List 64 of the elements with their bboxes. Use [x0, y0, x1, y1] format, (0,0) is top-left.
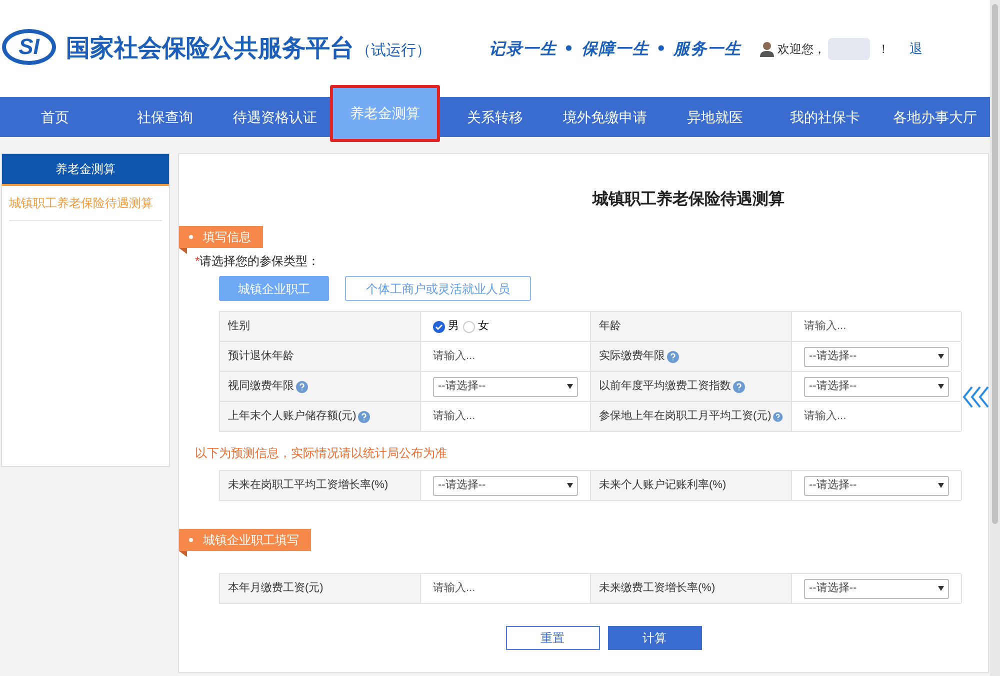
- nav-tab[interactable]: 社保查询: [110, 97, 220, 137]
- help-icon[interactable]: [667, 350, 679, 362]
- help-icon[interactable]: [773, 410, 783, 422]
- select-field[interactable]: --请选择--: [804, 376, 949, 396]
- select-field[interactable]: --请选择--: [804, 476, 949, 496]
- nav-tab[interactable]: 各地办事大厅: [880, 97, 990, 137]
- select-field[interactable]: --请选择--: [804, 346, 949, 366]
- forecast-notice: 以下为预测信息，实际情况请以统计局公布为准: [195, 445, 448, 462]
- radio-option[interactable]: 男: [433, 318, 459, 335]
- slogan: 记录一生 • 保障一生 • 服务一生: [489, 38, 742, 60]
- input-field[interactable]: 请输入...: [433, 348, 578, 365]
- sidebar-title: 养老金测算: [2, 154, 169, 186]
- user-avatar-icon: [760, 40, 774, 56]
- caret-icon: [567, 384, 573, 389]
- caret-icon: [938, 384, 944, 389]
- field-label: 本年月缴费工资(元): [220, 574, 421, 603]
- nav-tab[interactable]: 异地就医: [660, 97, 770, 137]
- caret-icon: [567, 483, 573, 488]
- nav-tab[interactable]: 境外免缴申请: [550, 97, 660, 137]
- calculate-button[interactable]: 计算: [608, 626, 702, 650]
- nav-tab[interactable]: 关系转移: [440, 97, 550, 137]
- help-icon[interactable]: [296, 380, 308, 392]
- input-field[interactable]: 请输入...: [433, 580, 578, 597]
- caret-icon: [938, 586, 944, 591]
- nav-tab[interactable]: 首页: [0, 97, 110, 137]
- scrollbar[interactable]: [990, 0, 1000, 676]
- input-field[interactable]: 请输入...: [433, 408, 578, 425]
- nav-tab[interactable]: 我的社保卡: [770, 97, 880, 137]
- select-field[interactable]: --请选择--: [433, 376, 578, 396]
- type-prompt: *请选择您的参保类型：: [195, 253, 321, 270]
- logo: SI: [2, 28, 56, 64]
- field-label: 未来缴费工资增长率(%): [591, 574, 792, 603]
- site-title: 国家社会保险公共服务平台: [66, 34, 354, 64]
- section-ribbon: 城镇企业职工填写: [179, 529, 311, 551]
- logout-link[interactable]: 退: [910, 38, 923, 58]
- field-label: 性别: [220, 312, 421, 341]
- field-label: 未来在岗职工平均工资增长率(%): [220, 471, 421, 500]
- help-icon[interactable]: [733, 380, 745, 392]
- type-option[interactable]: 个体工商户或灵活就业人员: [345, 276, 531, 301]
- nav-tab[interactable]: 待遇资格认证: [220, 97, 330, 137]
- trial-label: （试运行）: [356, 41, 431, 62]
- page-title: 城镇职工养老保险待遇测算: [591, 189, 786, 210]
- field-label: 未来个人账户记账利率(%): [591, 471, 792, 500]
- field-label: 以前年度平均缴费工资指数: [591, 372, 792, 401]
- input-field[interactable]: 请输入...: [804, 318, 949, 335]
- help-icon[interactable]: [358, 410, 370, 422]
- welcome-text: 欢迎您，: [778, 40, 826, 58]
- field-label: 视同缴费年限: [220, 372, 421, 401]
- caret-icon: [938, 354, 944, 359]
- radio-option[interactable]: 女: [463, 318, 489, 335]
- field-label: 年龄: [591, 312, 792, 341]
- field-label: 上年末个人账户储存额(元): [220, 402, 421, 431]
- check-icon: [435, 322, 443, 330]
- field-label: 参保地上年在岗职工月平均工资(元): [591, 402, 792, 431]
- blurred-username: [828, 38, 870, 60]
- field-label: 实际缴费年限: [591, 342, 792, 371]
- select-field[interactable]: --请选择--: [804, 578, 949, 598]
- input-field[interactable]: 请输入...: [804, 408, 949, 425]
- section-ribbon: 填写信息: [179, 226, 263, 248]
- select-field[interactable]: --请选择--: [433, 476, 578, 496]
- welcome-end: ！: [878, 40, 890, 58]
- caret-icon: [938, 483, 944, 488]
- field-label: 预计退休年龄: [220, 342, 421, 371]
- reset-button[interactable]: 重置: [506, 626, 600, 650]
